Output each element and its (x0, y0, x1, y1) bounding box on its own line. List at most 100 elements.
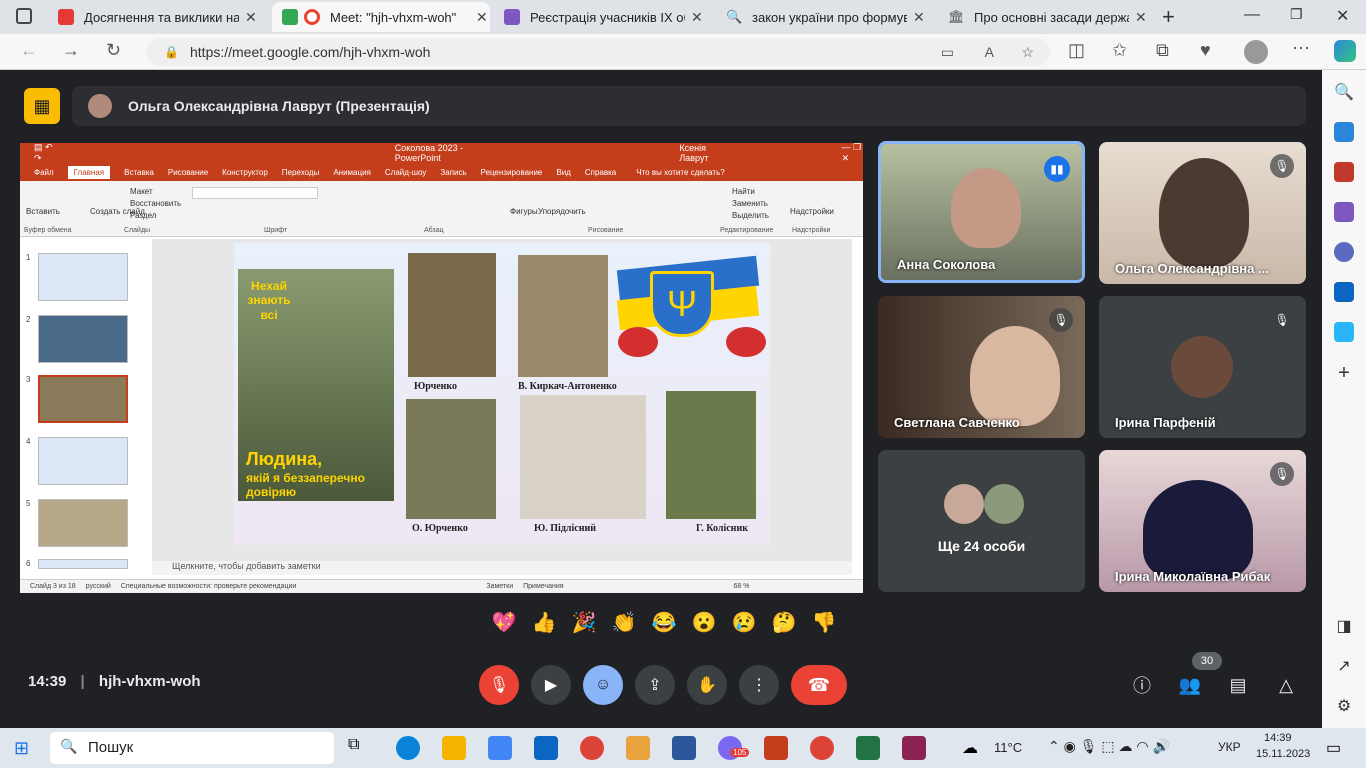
tab-actions-icon[interactable] (16, 8, 32, 24)
participant-tile[interactable]: 🎙 Ірина Парфеній (1099, 296, 1306, 438)
excel-icon[interactable] (856, 736, 880, 760)
group-label: Надстройки (792, 227, 831, 234)
input-language[interactable]: УКР (1218, 740, 1241, 754)
paint-icon[interactable] (626, 736, 650, 760)
camera-button[interactable]: ▶ (531, 665, 571, 705)
profile-icon[interactable] (1244, 40, 1268, 64)
new-tab-button[interactable]: + (1162, 4, 1175, 30)
participant-tile[interactable]: 🎙 Ольга Олександрівна ... (1099, 142, 1306, 284)
file-explorer-icon[interactable] (442, 736, 466, 760)
leave-call-button[interactable]: ☎ (791, 665, 847, 705)
winrar-icon[interactable] (902, 736, 926, 760)
read-aloud-icon[interactable]: A (985, 44, 994, 60)
reaction-laugh[interactable]: 😂 (652, 610, 677, 635)
store-icon[interactable] (488, 736, 512, 760)
presentation-icon[interactable]: ▦ (24, 88, 60, 124)
current-slide: Нехай знають всі Людина, якій я беззапер… (234, 243, 770, 545)
back-icon[interactable]: ← (20, 40, 38, 61)
settings-icon[interactable]: ⚙ (1334, 696, 1354, 716)
notifications-icon[interactable]: ▭ (1326, 738, 1341, 758)
forward-icon[interactable]: → (62, 40, 80, 61)
add-icon[interactable]: + (1334, 362, 1354, 384)
external-link-icon[interactable]: ↗ (1334, 656, 1354, 676)
search-icon[interactable]: 🔍 (1334, 82, 1354, 102)
search-icon: 🔍 (726, 9, 743, 24)
reaction-thumbs-up[interactable]: 👍 (532, 610, 557, 635)
tab-5[interactable]: 🏛 Про основні засади держав ✕ (938, 2, 1160, 32)
reactions-bar: 💖 👍 🎉 👏 😂 😮 😢 🤔 👎 (484, 600, 844, 644)
word-icon[interactable] (672, 736, 696, 760)
url-field[interactable]: 🔒 https://meet.google.com/hjh-vhxm-woh ▭… (146, 38, 1050, 66)
close-icon[interactable]: ✕ (476, 9, 488, 26)
weather-icon[interactable]: ☁ (962, 738, 978, 758)
tab-4[interactable]: 🔍 закон україни про формува ✕ (716, 2, 938, 32)
send-icon[interactable] (1334, 322, 1354, 342)
chrome-icon[interactable] (580, 736, 604, 760)
addins-button: Надстройки (790, 207, 834, 216)
activities-icon[interactable]: △ (1272, 671, 1300, 699)
thumb-number: 3 (26, 375, 31, 384)
close-icon[interactable]: ✕ (913, 9, 925, 26)
mail-icon[interactable] (534, 736, 558, 760)
games-icon[interactable] (1334, 202, 1354, 222)
tab-meet[interactable]: Meet: "hjh-vhxm-woh" ✕ (272, 2, 490, 32)
sidebar-toggle-icon[interactable]: ◨ (1334, 616, 1354, 636)
thumb-number: 4 (26, 437, 31, 446)
thumb-number: 2 (26, 315, 31, 324)
reaction-thumbs-down[interactable]: 👎 (812, 610, 837, 635)
reaction-party[interactable]: 🎉 (572, 610, 597, 635)
avatar (944, 484, 984, 524)
camera-icon[interactable]: ▭ (941, 44, 954, 61)
info-icon[interactable]: ⓘ (1128, 671, 1156, 699)
tag-icon[interactable] (1334, 122, 1354, 142)
refresh-icon[interactable]: ↻ (106, 40, 121, 61)
people-icon[interactable]: 👥 (1176, 671, 1204, 699)
chat-icon[interactable]: ▤ (1224, 671, 1252, 699)
tab-1[interactable]: Досягнення та виклики нац ✕ (48, 2, 270, 32)
participant-tile[interactable]: 🎙 Ірина Миколаївна Рибак (1099, 450, 1306, 592)
close-window-button[interactable]: ✕ (1336, 6, 1349, 26)
close-icon[interactable]: ✕ (245, 9, 257, 26)
paste-button: Вставить (26, 207, 60, 216)
tray-icons[interactable]: ⌃ ◉ 🎙 ⬚ ☁ ◠ 🔊 (1048, 738, 1170, 755)
copilot-icon[interactable] (1334, 40, 1356, 62)
present-button[interactable]: ⇪ (635, 665, 675, 705)
split-screen-icon[interactable]: ◫ (1068, 40, 1085, 61)
reaction-clap[interactable]: 👏 (612, 610, 637, 635)
others-tile[interactable]: Ще 24 особи (878, 450, 1085, 592)
favorites-icon[interactable]: ✩ (1112, 40, 1127, 61)
taskbar-search[interactable]: 🔍 Пошук (50, 732, 334, 764)
participant-tile[interactable]: ▮▮ Анна Соколова (878, 141, 1085, 283)
outlook-icon[interactable] (1334, 282, 1354, 302)
more-options-button[interactable]: ⋮ (739, 665, 779, 705)
close-icon[interactable]: ✕ (691, 9, 703, 26)
reset-button: Восстановить (130, 199, 182, 208)
clock-date[interactable]: 15.11.2023 (1256, 748, 1310, 760)
more-icon[interactable]: ⋯ (1292, 38, 1310, 59)
task-view-icon[interactable]: ⧉ (348, 736, 372, 760)
url-text: https://meet.google.com/hjh-vhxm-woh (190, 44, 431, 60)
reaction-heart[interactable]: 💖 (492, 610, 517, 635)
clock-time[interactable]: 14:39 (1264, 732, 1292, 744)
powerpoint-icon[interactable] (764, 736, 788, 760)
close-icon[interactable]: ✕ (1135, 9, 1147, 26)
edge-icon[interactable] (396, 736, 420, 760)
raise-hand-button[interactable]: ✋ (687, 665, 727, 705)
toolbox-icon[interactable] (1334, 162, 1354, 182)
tab-title: Реєстрація учасників IX обл (530, 9, 685, 25)
reaction-thinking[interactable]: 🤔 (772, 610, 797, 635)
performance-icon[interactable]: ♥ (1200, 40, 1211, 61)
reactions-button[interactable]: ☺ (583, 665, 623, 705)
minimize-button[interactable]: — (1244, 6, 1260, 24)
favorite-icon[interactable]: ☆ (1021, 44, 1034, 61)
participant-tile[interactable]: 🎙 Светлана Савченко (878, 296, 1085, 438)
collections-icon[interactable]: ⧉ (1156, 40, 1169, 61)
restore-button[interactable]: ❐ (1290, 6, 1303, 23)
tab-3[interactable]: Реєстрація учасників IX обл ✕ (494, 2, 716, 32)
chrome-icon[interactable] (810, 736, 834, 760)
reaction-surprised[interactable]: 😮 (692, 610, 717, 635)
windows-start-icon[interactable]: ⊞ (14, 738, 29, 759)
m365-icon[interactable] (1334, 242, 1354, 262)
mic-off-button[interactable]: 🎙 (479, 665, 519, 705)
reaction-sad[interactable]: 😢 (732, 610, 757, 635)
